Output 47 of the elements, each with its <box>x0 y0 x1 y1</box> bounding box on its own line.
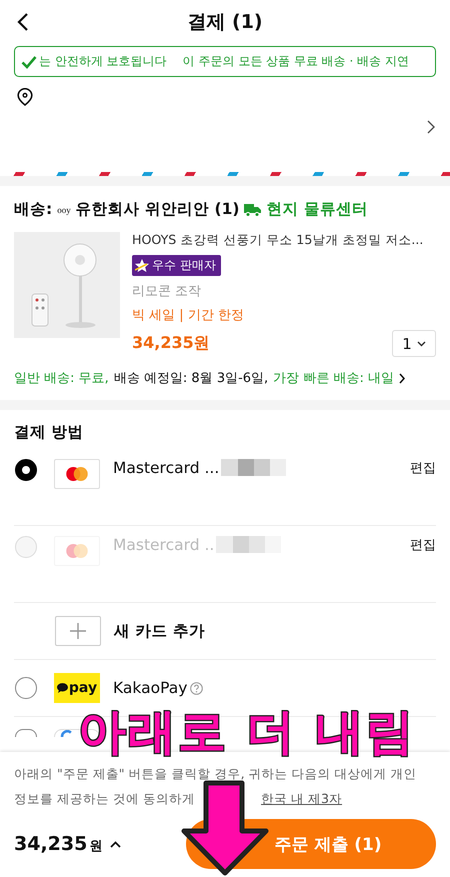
blurred-card-number <box>216 536 282 553</box>
total-price: 34,235 <box>14 833 88 855</box>
radio-button[interactable] <box>15 677 37 699</box>
card-logo-icon <box>54 536 100 566</box>
consent-link[interactable]: 한국 내 제3자 <box>261 791 342 806</box>
quantity-dropdown[interactable]: 1 <box>392 330 436 357</box>
chevron-right-icon[interactable] <box>398 372 405 384</box>
shipping-fee: 일반 배송: 무료, <box>14 370 109 387</box>
radio-button[interactable] <box>15 729 37 737</box>
blurred-card-number <box>221 459 286 476</box>
edit-link[interactable]: 편집 <box>410 459 436 477</box>
fastest-delivery: 가장 빠른 배송: 내일 <box>273 370 394 387</box>
product-title[interactable]: HOOYS 초강력 선풍기 무소 15날개 초정밀 저소... <box>132 232 436 249</box>
chevron-down-icon <box>416 340 426 346</box>
currency-label: 원 <box>89 838 102 855</box>
add-card-button[interactable] <box>55 616 101 646</box>
consent-text: 아래의 "주문 제출" 버튼을 클릭할 경우, 귀하는 다음의 대상에게 개인 정보를 제공하는 것에 동의하게 한국 내 제3자 <box>14 765 418 808</box>
seller-name: 유한회사 위안리안 (1) <box>76 199 240 220</box>
location-pin-icon <box>17 88 33 106</box>
payment-label: KakaoPay <box>113 679 188 697</box>
caret-up-icon[interactable] <box>110 840 122 848</box>
delivery-estimate: 배송 예정일: 8월 3일-6일, <box>114 370 268 387</box>
banner-text: 이 주문의 모든 상품 무료 배송 · 배송 지연 <box>182 53 409 70</box>
help-icon[interactable] <box>190 682 204 694</box>
shipping-label: 배송: <box>14 199 52 220</box>
page-title: 결제 (1) <box>187 10 263 35</box>
product-price: 34,235원 <box>132 333 210 354</box>
banner-text: 는 안전하게 보호됩니다 <box>39 53 167 70</box>
truck-icon <box>244 202 262 216</box>
card-logo-icon <box>54 459 100 489</box>
promo-text: 빅 세일 | 기간 한정 <box>132 307 245 324</box>
product-option: 리모콘 조작 <box>132 282 436 300</box>
star-icon <box>135 259 149 272</box>
back-icon[interactable] <box>16 12 30 32</box>
chevron-right-icon[interactable] <box>427 120 435 134</box>
kakaopay-logo: pay <box>54 673 100 703</box>
radio-button[interactable] <box>15 459 37 481</box>
add-card-label[interactable]: 새 카드 추가 <box>114 620 205 642</box>
warehouse-label: 현지 물류센터 <box>266 199 368 220</box>
annotation-text: 아래로 더 내림 <box>78 708 416 756</box>
seller-badge: 우수 판매자 <box>132 255 221 276</box>
seller-logo: ooy <box>57 204 71 214</box>
plus-icon <box>70 623 86 639</box>
section-title: 결제 방법 <box>14 422 84 443</box>
card-label: Mastercard .. <box>113 536 214 554</box>
card-label: Mastercard ... <box>113 459 220 477</box>
check-icon <box>21 54 37 68</box>
